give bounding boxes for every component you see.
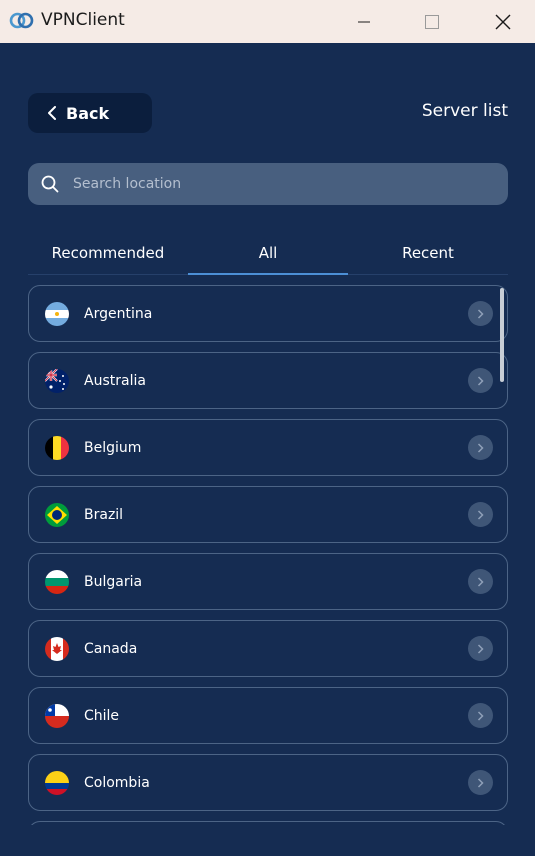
country-name: Belgium — [84, 439, 142, 456]
tab-recent[interactable]: Recent — [348, 235, 508, 274]
list-scrollbar[interactable] — [500, 288, 504, 382]
connect-arrow-button[interactable] — [468, 636, 493, 661]
search-input[interactable] — [73, 176, 473, 192]
belgium-flag-icon — [45, 435, 69, 460]
server-row-partial[interactable] — [28, 821, 508, 825]
search-bar[interactable] — [28, 163, 508, 205]
server-row-bulgaria[interactable]: Bulgaria — [28, 553, 508, 610]
maximize-icon — [425, 14, 439, 29]
chile-flag-icon — [45, 703, 69, 728]
connect-arrow-button[interactable] — [468, 301, 493, 326]
chevron-right-icon — [477, 710, 484, 721]
minimize-icon — [358, 21, 370, 22]
colombia-flag-icon — [45, 770, 69, 795]
server-row-brazil[interactable]: Brazil — [28, 486, 508, 543]
canada-flag-icon — [45, 636, 69, 661]
connect-arrow-button[interactable] — [468, 703, 493, 728]
server-row-argentina[interactable]: Argentina — [28, 285, 508, 342]
country-name: Bulgaria — [84, 573, 143, 590]
back-button[interactable]: Back — [28, 93, 152, 133]
server-list: Argentina Australia Belgium Brazil Bulga… — [28, 285, 508, 825]
back-label: Back — [66, 103, 110, 123]
close-button[interactable] — [480, 0, 526, 43]
connect-arrow-button[interactable] — [468, 502, 493, 527]
server-row-colombia[interactable]: Colombia — [28, 754, 508, 811]
search-icon — [41, 175, 59, 193]
country-name: Australia — [84, 372, 146, 389]
maximize-button[interactable] — [409, 0, 455, 43]
server-row-belgium[interactable]: Belgium — [28, 419, 508, 476]
server-row-canada[interactable]: Canada — [28, 620, 508, 677]
close-icon — [495, 14, 511, 29]
chevron-right-icon — [477, 576, 484, 587]
chevron-right-icon — [477, 777, 484, 788]
country-name: Canada — [84, 640, 138, 657]
country-name: Brazil — [84, 506, 124, 523]
title-bar: VPNClient — [0, 0, 535, 43]
bulgaria-flag-icon — [45, 569, 69, 594]
brazil-flag-icon — [45, 502, 69, 527]
window-title: VPNClient — [41, 10, 125, 30]
connect-arrow-button[interactable] — [468, 569, 493, 594]
connect-arrow-button[interactable] — [468, 368, 493, 393]
server-row-chile[interactable]: Chile — [28, 687, 508, 744]
connect-arrow-button[interactable] — [468, 435, 493, 460]
tab-bar: Recommended All Recent — [28, 235, 508, 275]
chevron-right-icon — [477, 509, 484, 520]
country-name: Argentina — [84, 305, 153, 322]
chevron-right-icon — [477, 375, 484, 386]
country-name: Colombia — [84, 774, 150, 791]
chevron-right-icon — [477, 643, 484, 654]
argentina-flag-icon — [45, 301, 69, 326]
country-name: Chile — [84, 707, 120, 724]
tab-all[interactable]: All — [188, 235, 348, 275]
chevron-right-icon — [477, 308, 484, 319]
page-title: Server list — [421, 101, 508, 121]
australia-flag-icon — [45, 368, 69, 393]
app-logo-icon — [9, 12, 34, 29]
chevron-left-icon — [48, 106, 56, 120]
tab-recommended[interactable]: Recommended — [28, 235, 188, 274]
minimize-button[interactable] — [341, 0, 387, 43]
connect-arrow-button[interactable] — [468, 770, 493, 795]
server-row-australia[interactable]: Australia — [28, 352, 508, 409]
chevron-right-icon — [477, 442, 484, 453]
